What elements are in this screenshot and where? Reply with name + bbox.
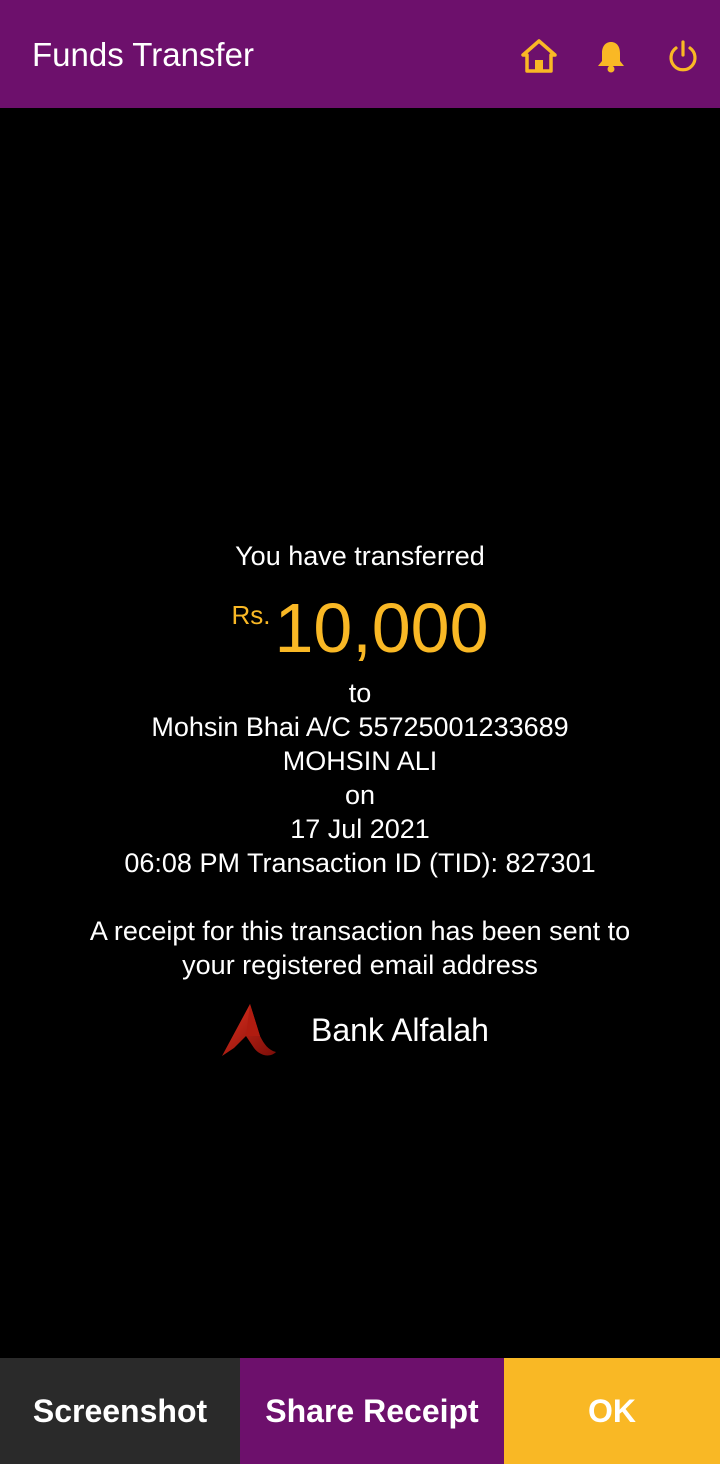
email-note-line-1: A receipt for this transaction has been … — [89, 916, 631, 946]
home-icon — [521, 39, 557, 73]
logout-button[interactable] — [663, 36, 703, 76]
transfer-date: 17 Jul 2021 — [290, 814, 430, 844]
bank-brand: Bank Alfalah — [0, 998, 720, 1058]
transfer-receipt: You have transferred Rs.10,000 to Mohsin… — [0, 108, 720, 1358]
recipient-name: MOHSIN ALI — [282, 746, 438, 776]
funds-transfer-screen: Funds Transfer You have transferred Rs.1… — [0, 0, 720, 1464]
bank-alfalah-logo — [222, 1004, 276, 1056]
power-icon — [669, 40, 697, 72]
action-bar: Screenshot Share Receipt OK — [0, 1358, 720, 1464]
ok-button[interactable]: OK — [504, 1358, 720, 1464]
transfer-intro-text: You have transferred — [235, 541, 485, 571]
home-button[interactable] — [519, 36, 559, 76]
amount-value: 10,000 — [274, 589, 489, 667]
transfer-amount: Rs.10,000 — [0, 588, 720, 668]
recipient-account: Mohsin Bhai A/C 55725001233689 — [151, 712, 569, 742]
share-receipt-button[interactable]: Share Receipt — [240, 1358, 504, 1464]
transfer-time-tid: 06:08 PM Transaction ID (TID): 827301 — [124, 848, 596, 878]
screenshot-button[interactable]: Screenshot — [0, 1358, 240, 1464]
email-note-line-2: your registered email address — [182, 950, 538, 980]
app-header: Funds Transfer — [0, 0, 720, 108]
currency-label: Rs. — [231, 600, 271, 630]
bank-name: Bank Alfalah — [311, 1012, 489, 1048]
to-label: to — [348, 678, 372, 708]
on-label: on — [344, 780, 376, 810]
page-title: Funds Transfer — [32, 36, 254, 73]
bell-icon — [598, 42, 624, 73]
notifications-button[interactable] — [591, 36, 631, 76]
